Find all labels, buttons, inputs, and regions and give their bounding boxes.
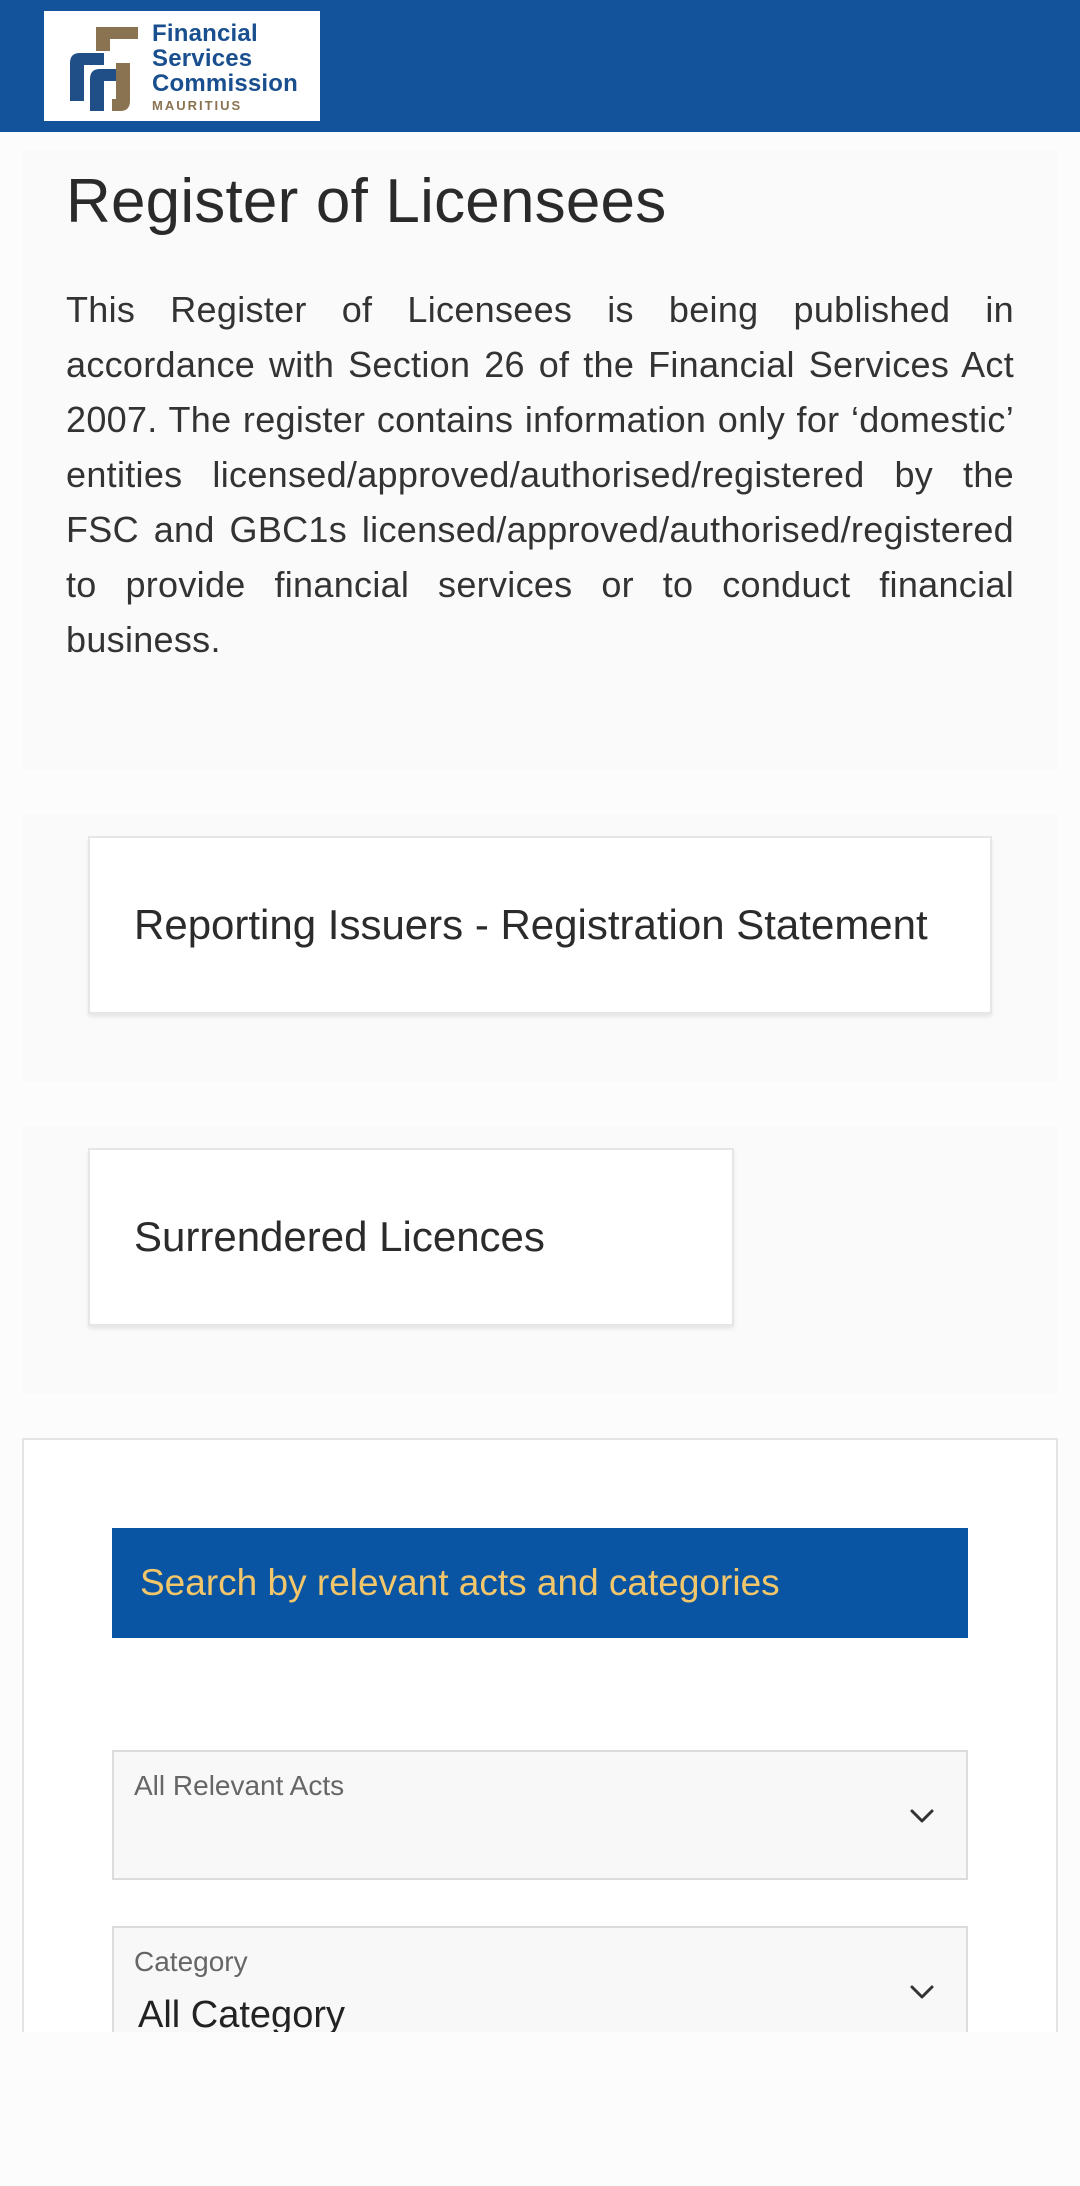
intro-card: Register of Licensees This Register of L… xyxy=(22,150,1058,770)
chevron-down-icon xyxy=(910,1985,934,1999)
relevant-acts-select[interactable]: All Relevant Acts xyxy=(112,1750,968,1880)
relevant-acts-label: All Relevant Acts xyxy=(134,1770,345,1801)
category-value: All Category xyxy=(138,1994,345,2036)
fsc-logo-text: Financial Services Commission MAURITIUS xyxy=(152,21,298,112)
surrendered-licences-label: Surrendered Licences xyxy=(134,1213,545,1260)
tile-container-surrendered-licences: Surrendered Licences xyxy=(22,1126,1058,1394)
search-card: Search by relevant acts and categories A… xyxy=(22,1438,1058,2058)
logo-line-3: Commission xyxy=(152,70,299,97)
site-header: Financial Services Commission MAURITIUS xyxy=(0,0,1080,132)
logo-line-2: Services xyxy=(152,45,253,72)
search-banner: Search by relevant acts and categories xyxy=(112,1528,968,1638)
surrendered-licences-tile[interactable]: Surrendered Licences xyxy=(88,1148,734,1326)
reporting-issuers-label: Reporting Issuers - Registration Stateme… xyxy=(134,901,928,948)
fsc-logo[interactable]: Financial Services Commission MAURITIUS xyxy=(44,11,320,121)
reporting-issuers-tile[interactable]: Reporting Issuers - Registration Stateme… xyxy=(88,836,992,1014)
chevron-down-icon xyxy=(910,1809,934,1823)
fsc-logo-icon xyxy=(70,27,138,111)
page-title: Register of Licensees xyxy=(66,167,667,236)
category-label: Category xyxy=(134,1946,248,1977)
page-bottom-area xyxy=(0,2032,1080,2186)
tile-container-reporting-issuers: Reporting Issuers - Registration Stateme… xyxy=(22,814,1058,1082)
search-banner-text: Search by relevant acts and categories xyxy=(140,1562,780,1603)
logo-line-1: Financial xyxy=(152,20,258,47)
logo-subtitle: MAURITIUS xyxy=(152,98,243,113)
intro-description: This Register of Licensees is being publ… xyxy=(66,289,1014,660)
